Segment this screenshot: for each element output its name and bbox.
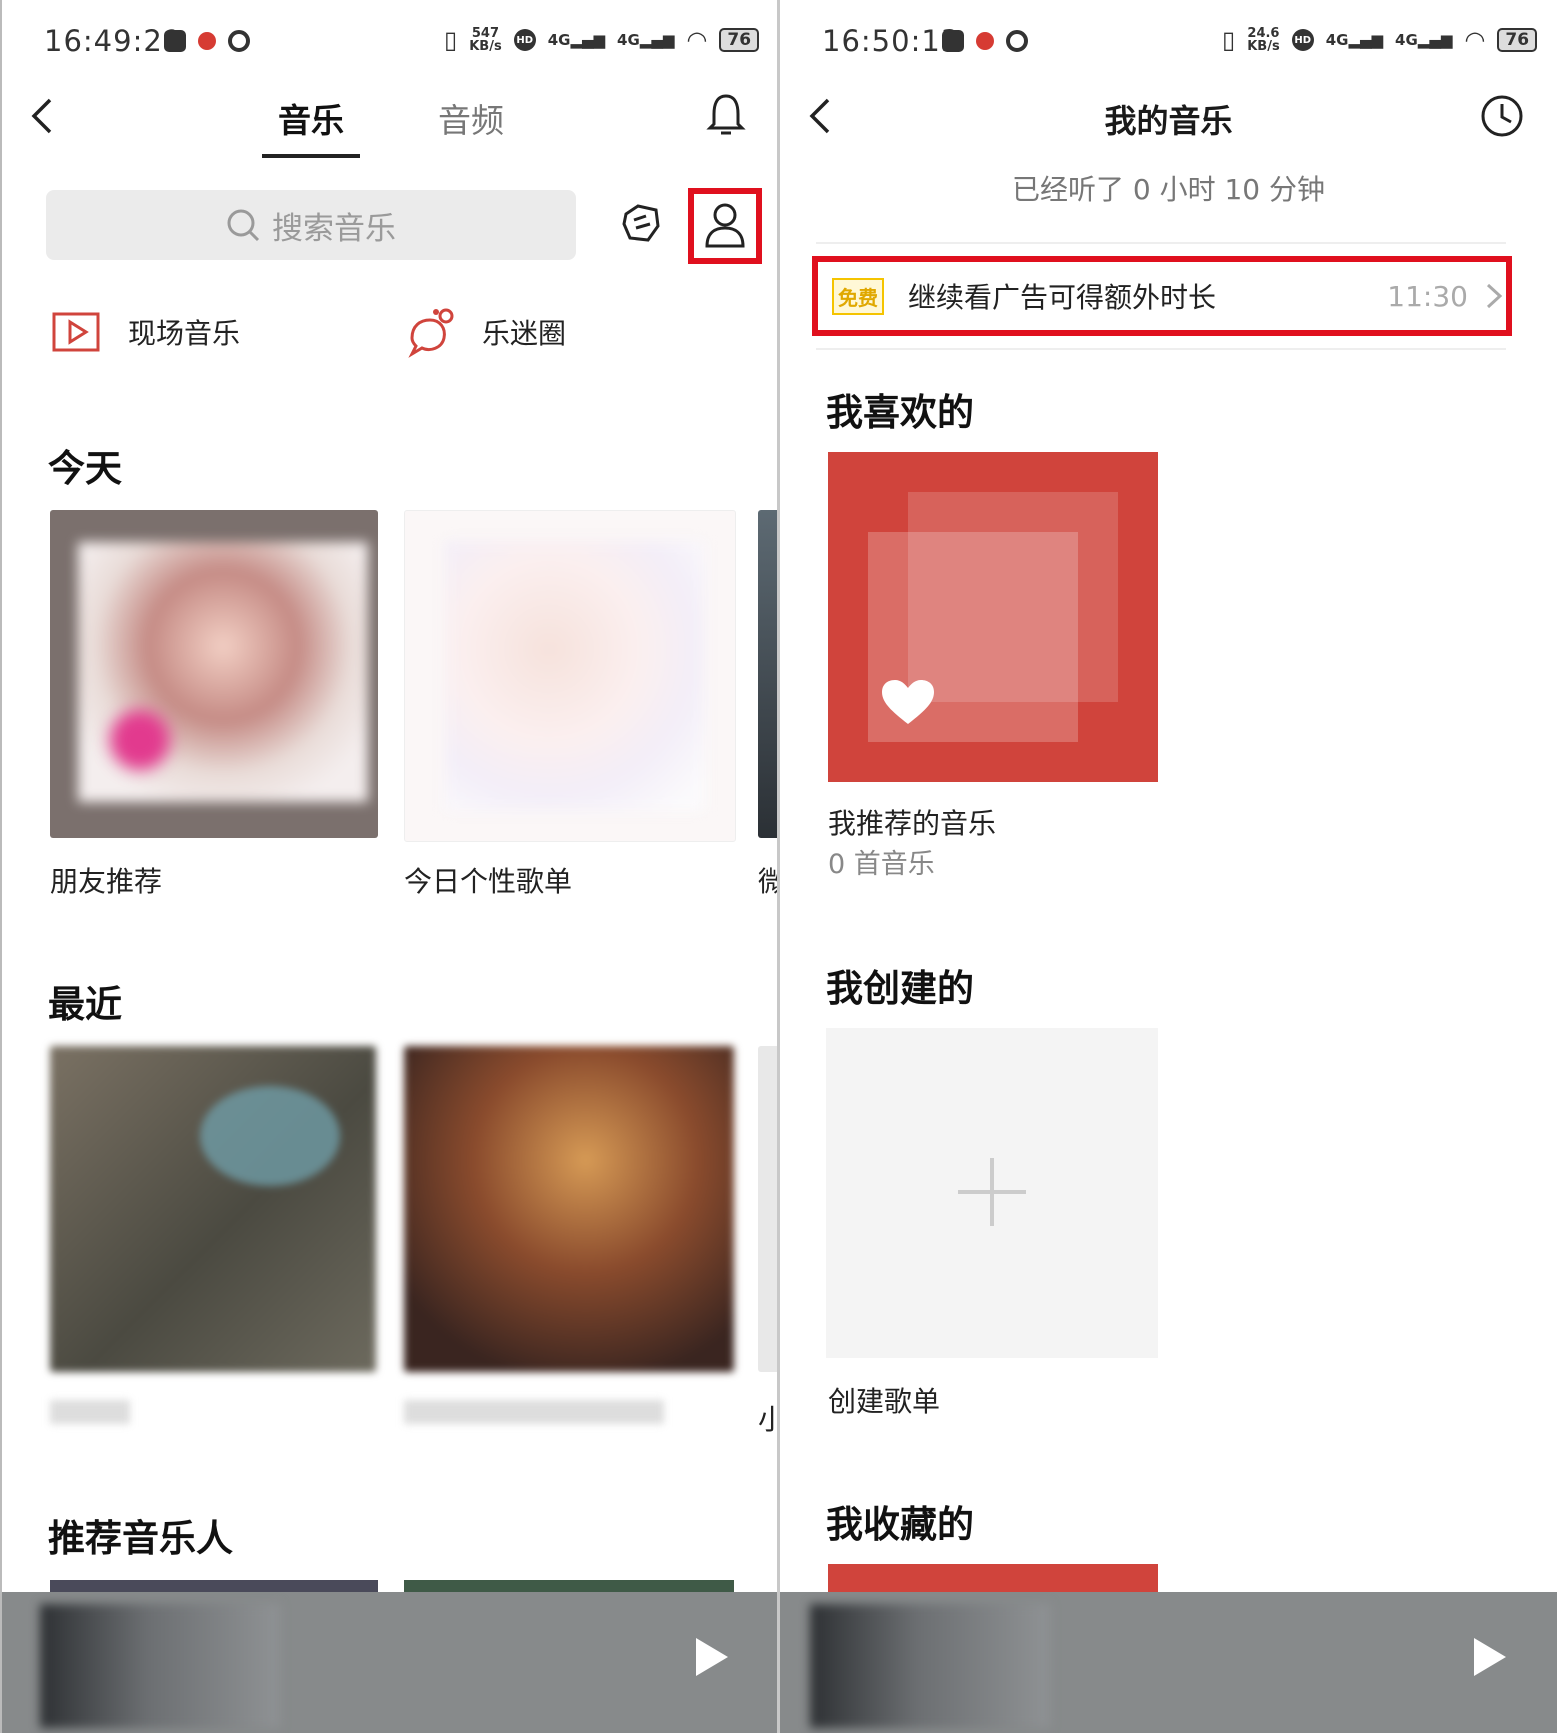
vibrate-icon: ▯ bbox=[444, 26, 458, 54]
quick-link-fan-circle-label: 乐迷圈 bbox=[482, 317, 567, 350]
quick-link-live-label: 现场音乐 bbox=[128, 317, 241, 350]
status-system-icons: ▯ 547 KB/s HD 4G▂▄▆ 4G▂▄▆ ◠ 76 bbox=[444, 26, 760, 54]
recent-card-partial-label: 小 bbox=[758, 1398, 778, 1438]
liked-playlist-count: 0 首音乐 bbox=[828, 849, 935, 880]
mini-player-cover-blurred bbox=[40, 1604, 280, 1728]
today-card-daily-cover[interactable] bbox=[404, 510, 736, 842]
section-title-recommend-artists: 推荐音乐人 bbox=[48, 1517, 233, 1560]
net-speed: 547 KB/s bbox=[469, 26, 502, 54]
today-card-friends-cover[interactable] bbox=[50, 510, 378, 838]
net-speed: 24.6 KB/s bbox=[1247, 26, 1280, 54]
create-playlist-button[interactable] bbox=[826, 1028, 1158, 1358]
mini-player-cover-blurred bbox=[810, 1604, 1050, 1728]
free-badge: 免费 bbox=[832, 277, 884, 315]
recognize-button[interactable] bbox=[618, 200, 664, 246]
app-notification-icon bbox=[164, 30, 186, 52]
signal-icon-2: 4G▂▄▆ bbox=[1395, 31, 1453, 49]
recent-card-1-label-blurred bbox=[50, 1400, 130, 1424]
quick-link-live[interactable]: 现场音乐 bbox=[52, 312, 240, 352]
divider-bottom bbox=[816, 348, 1506, 350]
status-time: 16:49:29 bbox=[44, 24, 183, 58]
tab-audio[interactable]: 音频 bbox=[438, 94, 504, 142]
mini-player-bar[interactable] bbox=[2, 1592, 778, 1733]
music-home-screen: 16:49:29 ▯ 547 KB/s HD 4G▂▄▆ 4G▂▄▆ ◠ 76 音… bbox=[0, 0, 778, 1733]
section-title-created: 我创建的 bbox=[826, 967, 974, 1010]
cover-flower-blurred bbox=[110, 710, 170, 770]
wifi-icon: ◠ bbox=[1464, 26, 1486, 54]
today-card-partial-cover[interactable] bbox=[758, 510, 778, 838]
tab-music[interactable]: 音乐 bbox=[278, 94, 344, 142]
battery-indicator: 76 bbox=[1497, 28, 1538, 52]
liked-playlist-label: 我推荐的音乐 bbox=[828, 807, 997, 840]
section-title-liked: 我喜欢的 bbox=[826, 391, 974, 434]
recent-card-partial-cover[interactable] bbox=[758, 1046, 778, 1372]
create-playlist-label: 创建歌单 bbox=[828, 1385, 941, 1418]
tab-active-indicator bbox=[262, 154, 360, 158]
chevron-left-icon bbox=[31, 98, 52, 134]
chevron-right-icon bbox=[1486, 283, 1503, 309]
play-icon bbox=[1474, 1638, 1506, 1676]
app-notification-icon bbox=[942, 30, 964, 52]
status-system-icons: ▯ 24.6 KB/s HD 4G▂▄▆ 4G▂▄▆ ◠ 76 bbox=[1222, 26, 1538, 54]
user-icon bbox=[705, 203, 745, 248]
app-badge-icon bbox=[976, 32, 994, 50]
signal-icon-1: 4G▂▄▆ bbox=[547, 31, 606, 49]
live-music-icon bbox=[52, 312, 100, 352]
heart-icon bbox=[882, 680, 934, 724]
alarm-icon bbox=[228, 30, 250, 52]
search-icon bbox=[227, 209, 260, 242]
vibrate-icon: ▯ bbox=[1222, 26, 1236, 54]
my-music-screen: 16:50:13 ▯ 24.6 KB/s HD 4G▂▄▆ 4G▂▄▆ ◠ 76 … bbox=[780, 0, 1557, 1733]
fan-circle-icon bbox=[408, 308, 454, 358]
play-button[interactable] bbox=[1470, 1634, 1510, 1680]
music-recognize-icon bbox=[622, 204, 660, 242]
cover-image-blurred bbox=[445, 541, 705, 811]
section-title-today: 今天 bbox=[48, 447, 122, 490]
today-card-daily-label: 今日个性歌单 bbox=[404, 865, 573, 898]
app-badge-icon bbox=[198, 32, 216, 50]
plus-icon bbox=[958, 1158, 1026, 1226]
today-card-friends-label: 朋友推荐 bbox=[50, 865, 163, 898]
ad-banner-time: 11:30 bbox=[1387, 279, 1468, 313]
today-card-partial-label: 微 bbox=[758, 860, 778, 900]
clock-icon bbox=[1481, 95, 1523, 137]
bell-icon bbox=[706, 94, 746, 135]
listened-duration: 已经听了 0 小时 10 分钟 bbox=[1011, 173, 1326, 206]
signal-icon-1: 4G▂▄▆ bbox=[1325, 31, 1384, 49]
notification-button[interactable] bbox=[706, 92, 746, 138]
ad-extra-time-row[interactable]: 免费 继续看广告可得额外时长 11:30 bbox=[824, 266, 1504, 326]
play-button[interactable] bbox=[692, 1634, 732, 1680]
recent-card-2-cover[interactable] bbox=[404, 1046, 734, 1372]
recent-card-1-cover[interactable] bbox=[50, 1046, 376, 1372]
liked-playlist-cover[interactable] bbox=[828, 452, 1158, 782]
status-notification-icons bbox=[942, 30, 1028, 52]
hd-voice-icon: HD bbox=[1291, 29, 1314, 51]
divider-top bbox=[816, 242, 1506, 244]
cover-umbrella-blurred bbox=[200, 1086, 340, 1186]
mini-player-bar[interactable] bbox=[780, 1592, 1557, 1733]
section-title-recent: 最近 bbox=[48, 983, 122, 1026]
my-music-button[interactable] bbox=[702, 200, 748, 252]
recent-card-2-label-blurred bbox=[404, 1400, 664, 1424]
signal-icon-2: 4G▂▄▆ bbox=[617, 31, 675, 49]
quick-link-fan-circle[interactable]: 乐迷圈 bbox=[406, 306, 566, 358]
status-notification-icons bbox=[164, 30, 250, 52]
page-title: 我的音乐 bbox=[1104, 102, 1233, 140]
hd-voice-icon: HD bbox=[513, 29, 536, 51]
history-button[interactable] bbox=[1480, 94, 1524, 138]
play-icon bbox=[696, 1638, 728, 1676]
ad-banner-text: 继续看广告可得额外时长 bbox=[908, 281, 1217, 314]
search-placeholder: 搜索音乐 bbox=[272, 210, 396, 247]
search-bar[interactable]: 搜索音乐 bbox=[46, 190, 576, 260]
alarm-icon bbox=[1006, 30, 1028, 52]
status-time: 16:50:13 bbox=[822, 24, 961, 58]
wifi-icon: ◠ bbox=[686, 26, 708, 54]
back-button[interactable] bbox=[28, 96, 58, 136]
battery-indicator: 76 bbox=[719, 28, 760, 52]
section-title-collected: 我收藏的 bbox=[826, 1503, 974, 1546]
